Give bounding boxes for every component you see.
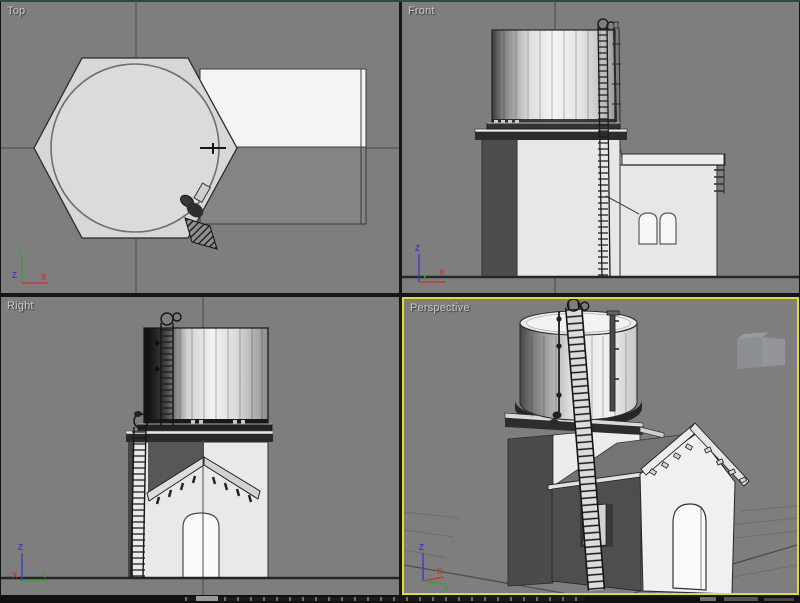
viewport-top[interactable]: Top [1,2,399,293]
viewport-right[interactable]: Right [1,297,399,595]
axis-tripod-right: Z Y X [12,543,48,581]
front-view-canvas[interactable]: Z X Y [402,2,799,293]
axis-x-label: X [439,268,445,277]
track-bar-slider[interactable] [196,596,218,601]
viewport-perspective[interactable]: Perspective [402,297,799,595]
axis-z-label: Z [18,543,23,552]
axis-z-label: Z [12,271,17,280]
ghost-box [737,332,785,369]
window [660,213,676,244]
right-view-canvas[interactable]: Z Y X [1,297,399,595]
top-view-canvas[interactable]: Y X Z [1,2,399,293]
perspective-view-canvas[interactable]: Z X Y [404,299,797,593]
track-bar-ticks [185,597,585,601]
axis-z-label: Z [415,244,420,253]
axis-y-label: Y [422,273,428,282]
axis-y-label: Y [444,584,450,593]
viewport-label-perspective[interactable]: Perspective [410,302,470,314]
arched-door [183,513,219,578]
axis-x-label: X [437,567,443,576]
viewport-label-right[interactable]: Right [7,300,34,312]
axis-tripod-top: Y X Z [12,246,48,283]
axis-z-label: Z [419,543,424,552]
viewport-label-front[interactable]: Front [408,5,435,17]
axis-y-label: Y [18,246,24,255]
axis-x-label: X [41,273,47,282]
viewport-quad-layout: Top [0,0,800,603]
axis-y-label: Y [42,571,48,580]
axis-x-label: X [12,571,18,580]
track-bar-segment [764,598,794,601]
window [639,213,657,244]
viewport-label-top[interactable]: Top [7,5,25,17]
track-bar[interactable] [0,595,800,603]
viewport-front[interactable]: Front [402,2,799,293]
axis-tripod-perspective: Z X Y [419,543,450,593]
track-bar-segment [724,597,758,601]
annex-front [606,148,725,277]
track-bar-segment [700,597,716,601]
